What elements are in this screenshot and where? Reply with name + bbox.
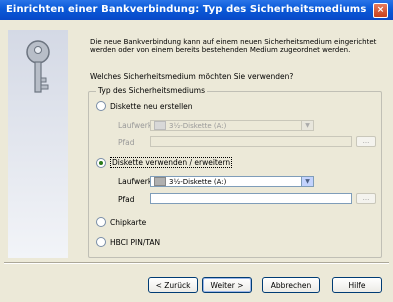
floppy-drive-icon bbox=[154, 177, 166, 186]
intro-text: Die neue Bankverbindung kann auf einem n… bbox=[90, 38, 377, 54]
help-button[interactable]: Hilfe bbox=[332, 277, 382, 293]
path-input-use-disk[interactable] bbox=[150, 193, 352, 204]
question-text: Welches Sicherheitsmedium möchten Sie ve… bbox=[90, 72, 294, 81]
radio-label: Diskette verwenden / erweitern bbox=[110, 157, 233, 168]
drive-select-use-disk[interactable]: 3½-Diskette (A:) ▼ bbox=[150, 176, 314, 187]
drive-label: Laufwerk bbox=[118, 121, 153, 130]
radio-label: Chipkarte bbox=[110, 217, 147, 227]
radio-pin-tan[interactable]: HBCI PIN/TAN bbox=[96, 237, 160, 247]
radio-button[interactable] bbox=[96, 157, 106, 168]
radio-use-disk[interactable]: Diskette verwenden / erweitern bbox=[96, 157, 233, 168]
drive-select-value: 3½-Diskette (A:) bbox=[169, 177, 227, 186]
floppy-drive-icon bbox=[154, 121, 166, 130]
wizard-side-panel bbox=[8, 30, 68, 258]
path-input-new-disk[interactable] bbox=[150, 136, 352, 147]
radio-button[interactable] bbox=[96, 217, 106, 227]
radio-chipcard[interactable]: Chipkarte bbox=[96, 217, 146, 227]
wizard-dialog: Einrichten einer Bankverbindung: Typ des… bbox=[0, 0, 393, 302]
back-button[interactable]: < Zurück bbox=[148, 277, 198, 293]
radio-button[interactable] bbox=[96, 237, 106, 247]
button-separator bbox=[4, 262, 389, 264]
radio-new-disk[interactable]: Diskette neu erstellen bbox=[96, 101, 193, 111]
drive-label: Laufwerk bbox=[118, 177, 153, 186]
cancel-button[interactable]: Abbrechen bbox=[262, 277, 320, 293]
path-label: Pfad bbox=[118, 138, 135, 147]
title-bar[interactable]: Einrichten einer Bankverbindung: Typ des… bbox=[0, 0, 393, 20]
key-icon bbox=[26, 40, 50, 93]
group-legend: Typ des Sicherheitsmediums bbox=[96, 86, 207, 95]
path-label: Pfad bbox=[118, 195, 135, 204]
browse-button-use-disk[interactable]: ... bbox=[356, 193, 376, 204]
chevron-down-icon[interactable]: ▼ bbox=[301, 177, 313, 186]
drive-select-new-disk[interactable]: 3½-Diskette (A:) ▼ bbox=[150, 120, 314, 131]
drive-select-value: 3½-Diskette (A:) bbox=[169, 121, 227, 130]
next-button[interactable]: Weiter > bbox=[202, 277, 252, 293]
radio-button[interactable] bbox=[96, 101, 106, 111]
browse-button-new-disk[interactable]: ... bbox=[356, 136, 376, 147]
radio-label: HBCI PIN/TAN bbox=[110, 237, 161, 247]
radio-label: Diskette neu erstellen bbox=[110, 101, 193, 111]
security-medium-group bbox=[88, 91, 382, 258]
window-title: Einrichten einer Bankverbindung: Typ des… bbox=[6, 4, 367, 15]
close-button[interactable]: × bbox=[373, 3, 388, 18]
chevron-down-icon[interactable]: ▼ bbox=[301, 121, 313, 130]
